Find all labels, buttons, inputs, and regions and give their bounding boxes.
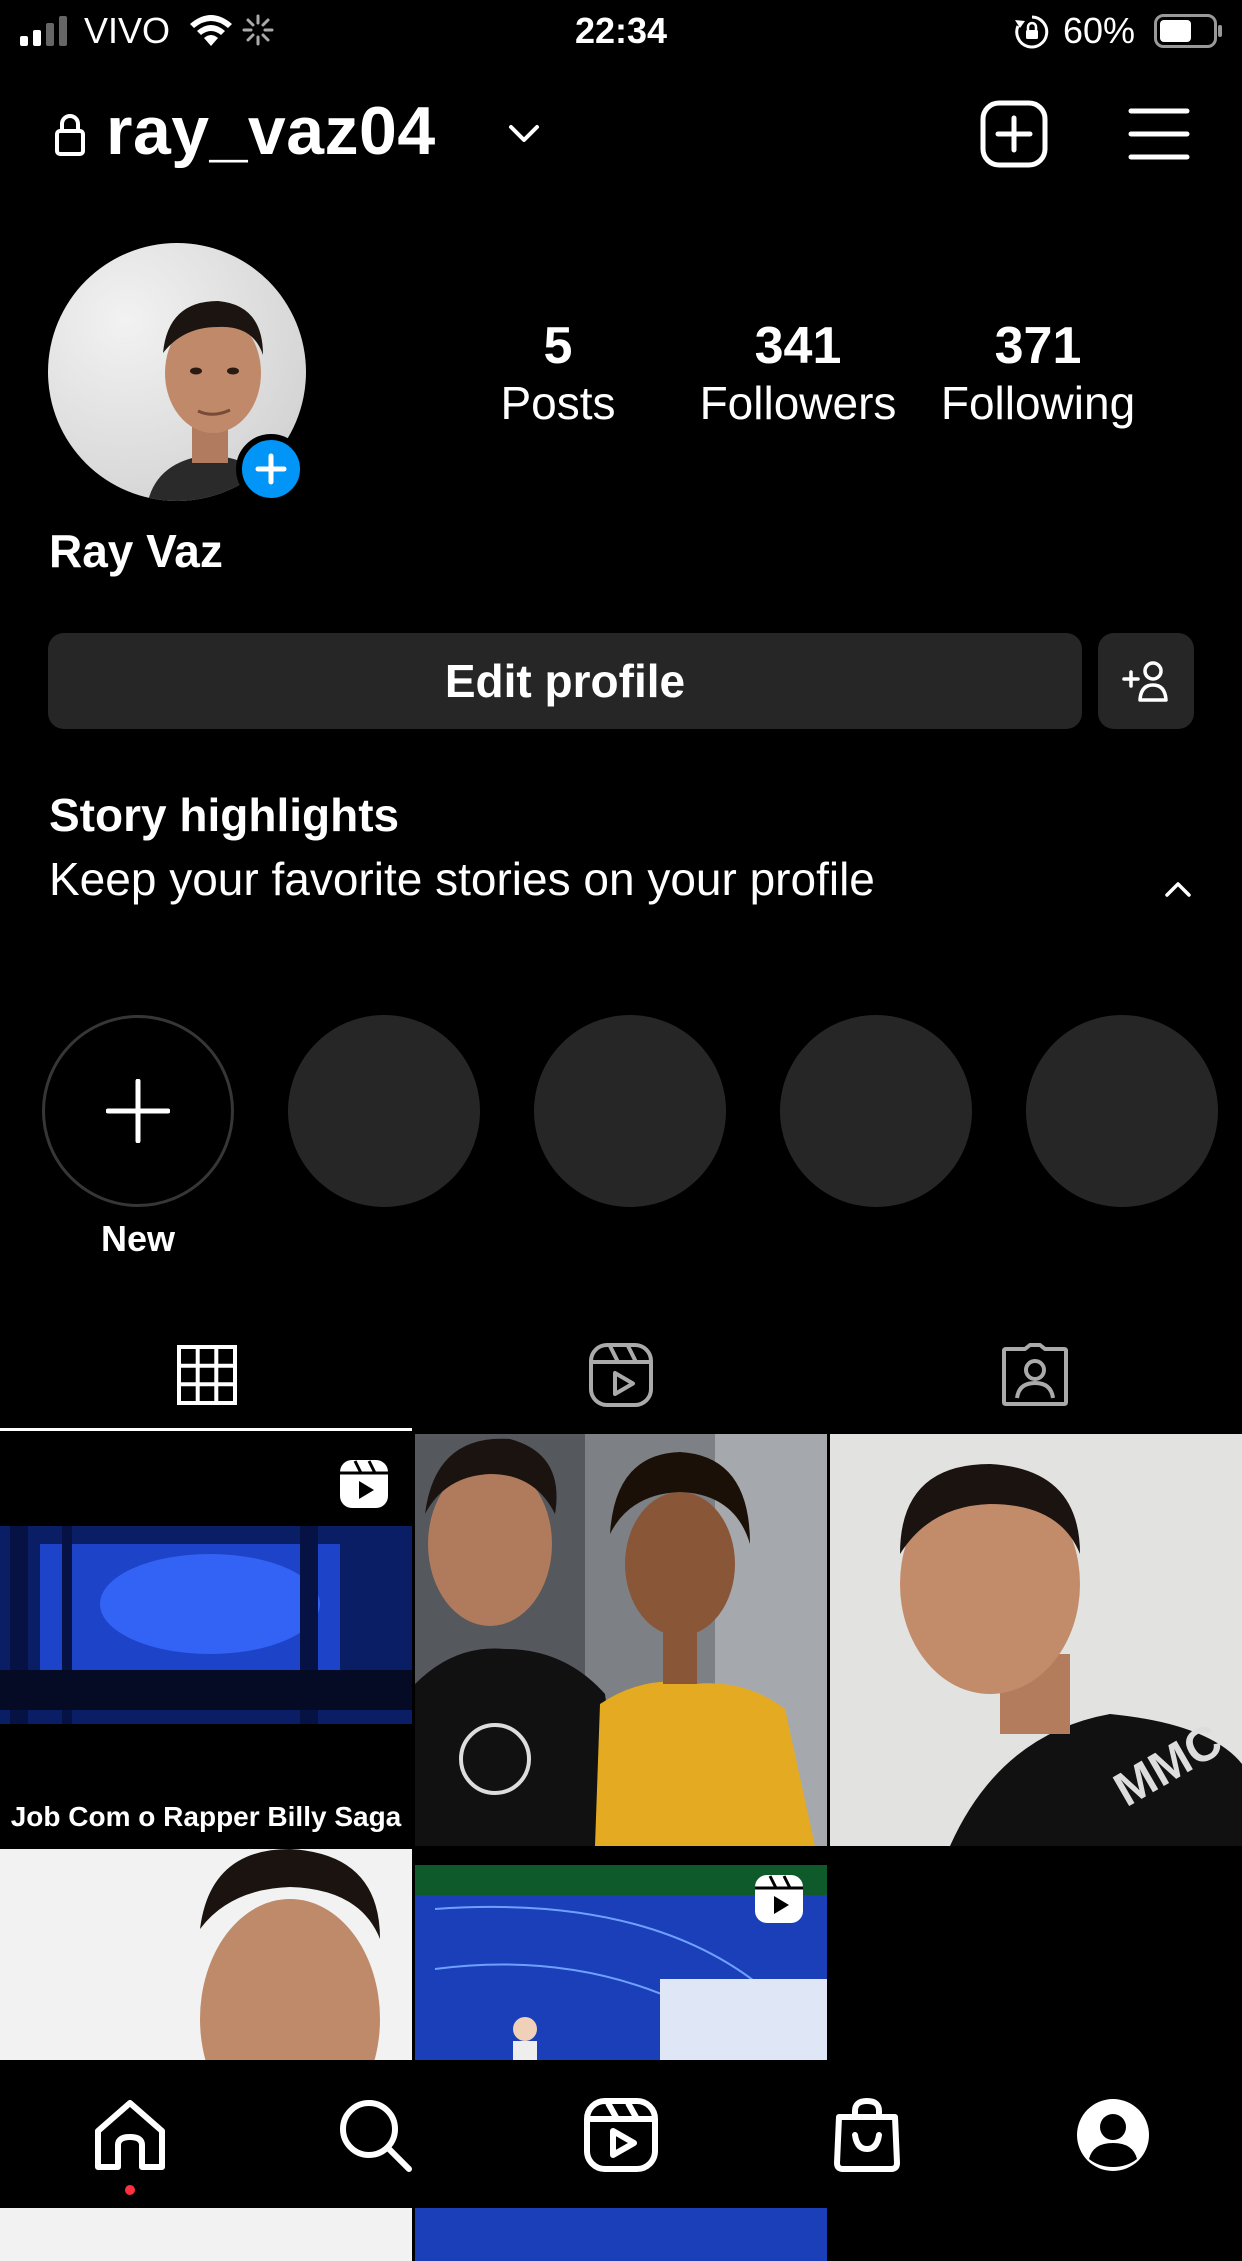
- full-name: Ray Vaz: [49, 525, 223, 577]
- reels-tab[interactable]: [414, 1320, 828, 1430]
- active-tab-indicator: [0, 1428, 412, 1431]
- discover-people-button[interactable]: [1098, 633, 1194, 729]
- add-story-button[interactable]: [236, 434, 306, 504]
- post-thumbnail[interactable]: MMC: [830, 1434, 1242, 1846]
- following-label: Following: [940, 377, 1136, 429]
- highlights-title: Story highlights: [49, 789, 400, 841]
- new-highlight-button[interactable]: [42, 1015, 234, 1207]
- posts-label: Posts: [500, 377, 616, 429]
- rotation-lock-icon: [1014, 14, 1050, 50]
- highlights-subtitle: Keep your favorite stories on your profi…: [49, 853, 875, 905]
- tagged-icon: [1001, 1343, 1069, 1407]
- new-post-icon[interactable]: [980, 100, 1048, 168]
- stat-following[interactable]: 371 Following: [923, 318, 1153, 432]
- post-thumbnail[interactable]: Job Com o Rapper Billy Saga: [0, 1434, 412, 1846]
- chevron-up-icon[interactable]: [1164, 880, 1192, 898]
- notification-dot: [125, 2185, 135, 2195]
- tagged-tab[interactable]: [828, 1320, 1242, 1430]
- stat-posts[interactable]: 5 Posts: [443, 318, 673, 432]
- reels-icon[interactable]: [581, 2095, 661, 2175]
- plus-icon: [106, 1079, 231, 1143]
- reels-icon: [588, 1342, 654, 1408]
- clock: 22:34: [574, 10, 668, 51]
- reel-badge-icon: [753, 1873, 805, 1925]
- highlight-placeholder: [288, 1015, 480, 1207]
- battery-icon: [1154, 14, 1224, 48]
- followers-label: Followers: [699, 377, 897, 429]
- following-count: 371: [994, 317, 1082, 375]
- lock-icon: [54, 113, 86, 157]
- new-highlight-label: New: [100, 1218, 176, 1259]
- status-bar: VIVO 22:34 60%: [0, 0, 1242, 62]
- edit-profile-button[interactable]: Edit profile: [48, 633, 1082, 729]
- home-icon[interactable]: [90, 2095, 170, 2175]
- username: ray_vaz04: [106, 93, 436, 169]
- stat-followers[interactable]: 341 Followers: [683, 318, 913, 432]
- grid-icon: [176, 1344, 238, 1406]
- chevron-down-icon[interactable]: [508, 123, 540, 145]
- search-icon[interactable]: [335, 2095, 415, 2175]
- post-caption: Job Com o Rapper Billy Saga: [10, 1801, 402, 1832]
- add-person-icon: [1122, 659, 1194, 703]
- shop-icon[interactable]: [827, 2095, 907, 2175]
- followers-count: 341: [754, 317, 842, 375]
- highlight-placeholder: [780, 1015, 972, 1207]
- reel-badge-icon: [338, 1458, 390, 1510]
- account-switcher[interactable]: ray_vaz04: [106, 92, 436, 170]
- highlight-placeholder: [534, 1015, 726, 1207]
- grid-tab[interactable]: [0, 1320, 414, 1430]
- post-thumbnail[interactable]: [415, 1434, 827, 1846]
- posts-count: 5: [543, 317, 573, 375]
- battery-percent: 60%: [1063, 10, 1136, 51]
- menu-icon[interactable]: [1128, 106, 1190, 162]
- profile-icon[interactable]: [1073, 2095, 1153, 2175]
- highlight-placeholder: [1026, 1015, 1218, 1207]
